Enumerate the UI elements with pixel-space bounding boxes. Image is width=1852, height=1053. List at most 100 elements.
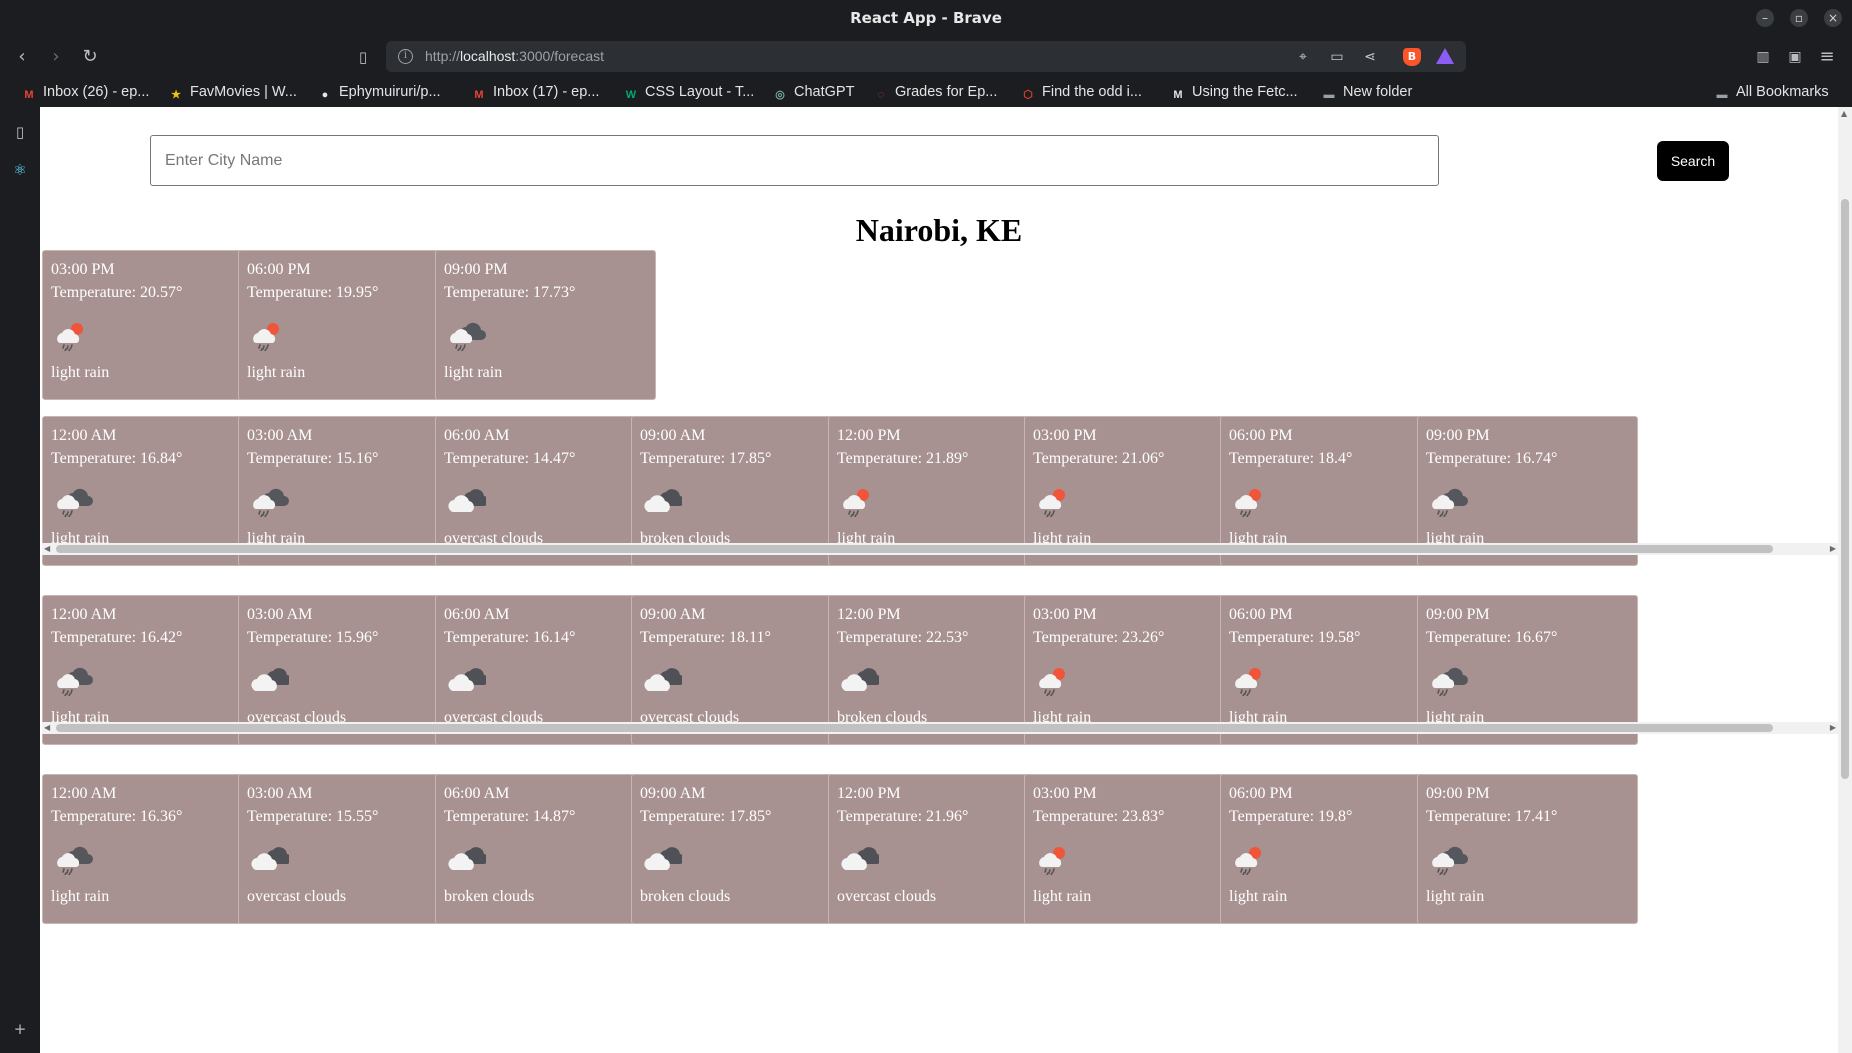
close-window-button[interactable]: × [1824, 9, 1842, 27]
scroll-left-arrow-icon[interactable]: ◀ [44, 723, 50, 732]
rain-sun-weather-icon [1231, 839, 1271, 876]
sidebar-panel-icon[interactable]: ▯ [10, 122, 30, 142]
bookmark-item[interactable]: ⬡ Find the odd i... [1021, 82, 1142, 102]
scroll-up-arrow-icon[interactable]: ▲ [1841, 109, 1847, 118]
reload-icon[interactable]: ↻ [78, 45, 102, 69]
forecast-description: light rain [51, 364, 110, 381]
scroll-right-arrow-icon[interactable]: ▶ [1830, 544, 1836, 553]
scroll-right-arrow-icon[interactable]: ▶ [1830, 723, 1836, 732]
search-button[interactable]: Search [1657, 141, 1729, 181]
bookmark-item[interactable]: ◌ Grades for Ep... [874, 82, 998, 102]
gmail-icon: M [24, 89, 34, 101]
bookmark-item[interactable]: ★ FavMovies | W... [169, 82, 297, 102]
site-info-icon[interactable]: i [398, 49, 413, 64]
rain-night-weather-icon [1428, 839, 1468, 876]
rain-sun-weather-icon [1035, 839, 1075, 876]
forecast-temperature: Temperature: 18.4° [1229, 450, 1353, 467]
back-arrow-icon[interactable]: ‹ [10, 45, 34, 69]
folder-icon: ▬ [1323, 89, 1335, 101]
bookmark-label: Using the Fetc... [1192, 84, 1298, 100]
forecast-temperature: Temperature: 15.55° [247, 808, 379, 825]
bookmark-label: Inbox (17) - ep... [493, 84, 600, 100]
url-host: localhost [460, 48, 516, 64]
minimize-button[interactable]: – [1756, 9, 1774, 27]
location-pin-icon[interactable]: ⌖ [1294, 48, 1312, 66]
horizontal-scrollbar[interactable]: ◀ ▶ [42, 722, 1838, 734]
clouds-weather-icon [642, 839, 685, 875]
rain-sun-weather-icon [53, 315, 93, 352]
forecast-card: 03:00 AM Temperature: 15.55° overcast clou… [238, 774, 459, 924]
bookmark-item[interactable]: M Inbox (26) - ep... [22, 82, 149, 102]
bookmark-item[interactable]: ▬ New folder [1322, 82, 1413, 102]
bookmark-item[interactable]: M Using the Fetc... [1171, 82, 1298, 102]
bookmark-item[interactable]: M Inbox (17) - ep... [472, 82, 599, 102]
city-search-input[interactable] [150, 135, 1439, 186]
forecast-card: 12:00 AM Temperature: 16.36° light rain [42, 774, 263, 924]
vertical-scrollbar-thumb[interactable] [1841, 199, 1849, 779]
bookmark-item[interactable]: ◎ ChatGPT [773, 82, 854, 102]
bookmark-label: Grades for Ep... [895, 84, 998, 100]
forecast-time: 06:00 PM [1229, 785, 1293, 802]
window-title: React App - Brave [850, 9, 1002, 27]
forecast-time: 03:00 PM [1033, 785, 1097, 802]
bookmark-item[interactable]: W CSS Layout - T... [624, 82, 755, 102]
all-bookmarks[interactable]: ▬ All Bookmarks [1715, 82, 1829, 102]
clouds-weather-icon [642, 660, 685, 696]
forecast-time: 12:00 AM [51, 785, 117, 802]
forecast-time: 09:00 PM [444, 261, 508, 278]
mdn-icon: M [1173, 89, 1183, 101]
cast-icon[interactable]: ▭ [1328, 48, 1346, 66]
forecast-time: 09:00 AM [640, 785, 706, 802]
forward-arrow-icon[interactable]: › [44, 45, 68, 69]
forecast-time: 06:00 AM [444, 427, 510, 444]
share-icon[interactable]: ⋖ [1361, 48, 1379, 66]
react-devtools-icon[interactable]: ⚛ [10, 160, 30, 180]
clouds-weather-icon [642, 481, 685, 517]
horizontal-scrollbar-thumb[interactable] [56, 545, 1773, 553]
forecast-description: broken clouds [444, 888, 535, 905]
address-bar[interactable]: i http://localhost:3000/forecast ⌖ ▭ ⋖ B [386, 41, 1466, 72]
url-text[interactable]: http://localhost:3000/forecast [425, 48, 604, 64]
forecast-description: light rain [51, 888, 110, 905]
forecast-card: 09:00 PM Temperature: 17.41° light rain [1417, 774, 1638, 924]
restore-button[interactable]: ▫ [1790, 9, 1808, 27]
brave-rewards-icon[interactable] [1436, 48, 1454, 64]
forecast-temperature: Temperature: 16.84° [51, 450, 183, 467]
rain-sun-weather-icon [249, 315, 289, 352]
github-icon: ● [321, 89, 329, 101]
forecast-temperature: Temperature: 16.67° [1426, 629, 1558, 646]
vertical-scrollbar[interactable]: ▲ [1838, 107, 1852, 1053]
bookmark-item[interactable]: ● Ephymuiruri/p... [318, 82, 441, 102]
add-panel-icon[interactable]: + [10, 1019, 30, 1039]
forecast-temperature: Temperature: 16.36° [51, 808, 183, 825]
horizontal-scrollbar[interactable]: ◀ ▶ [42, 543, 1838, 555]
forecast-time: 09:00 AM [640, 427, 706, 444]
bookmark-page-icon[interactable]: ▯ [351, 45, 375, 69]
forecast-time: 03:00 PM [1033, 427, 1097, 444]
scroll-left-arrow-icon[interactable]: ◀ [44, 544, 50, 553]
forecast-card: 06:00 AM Temperature: 14.87° broken clouds [435, 774, 656, 924]
clouds-weather-icon [249, 839, 292, 875]
w3schools-icon: W [625, 89, 637, 101]
bookmark-label: FavMovies | W... [190, 84, 297, 100]
rain-night-weather-icon [53, 481, 93, 518]
bookmarks-bar: ▬ All Bookmarks M Inbox (26) - ep... ★ FavMo… [0, 77, 1852, 107]
forecast-temperature: Temperature: 20.57° [51, 284, 183, 301]
forecast-temperature: Temperature: 22.53° [837, 629, 969, 646]
sidebar-toggle-icon[interactable]: ▥ [1751, 45, 1775, 69]
brave-shields-icon[interactable]: B [1403, 48, 1421, 66]
forecast-temperature: Temperature: 16.42° [51, 629, 183, 646]
wallet-icon[interactable]: ▣ [1783, 45, 1807, 69]
forecast-temperature: Temperature: 14.47° [444, 450, 576, 467]
forecast-description: light rain [1033, 888, 1092, 905]
forecast-temperature: Temperature: 19.95° [247, 284, 379, 301]
rain-night-weather-icon [249, 481, 289, 518]
forecast-time: 12:00 PM [837, 606, 901, 623]
horizontal-scrollbar-thumb[interactable] [56, 724, 1773, 732]
forecast-temperature: Temperature: 23.26° [1033, 629, 1165, 646]
forecast-time: 12:00 AM [51, 606, 117, 623]
url-scheme: http:// [425, 48, 461, 64]
bookmark-label: Inbox (26) - ep... [43, 84, 150, 100]
menu-icon[interactable]: ≡ [1815, 45, 1839, 69]
forecast-temperature: Temperature: 17.73° [444, 284, 576, 301]
